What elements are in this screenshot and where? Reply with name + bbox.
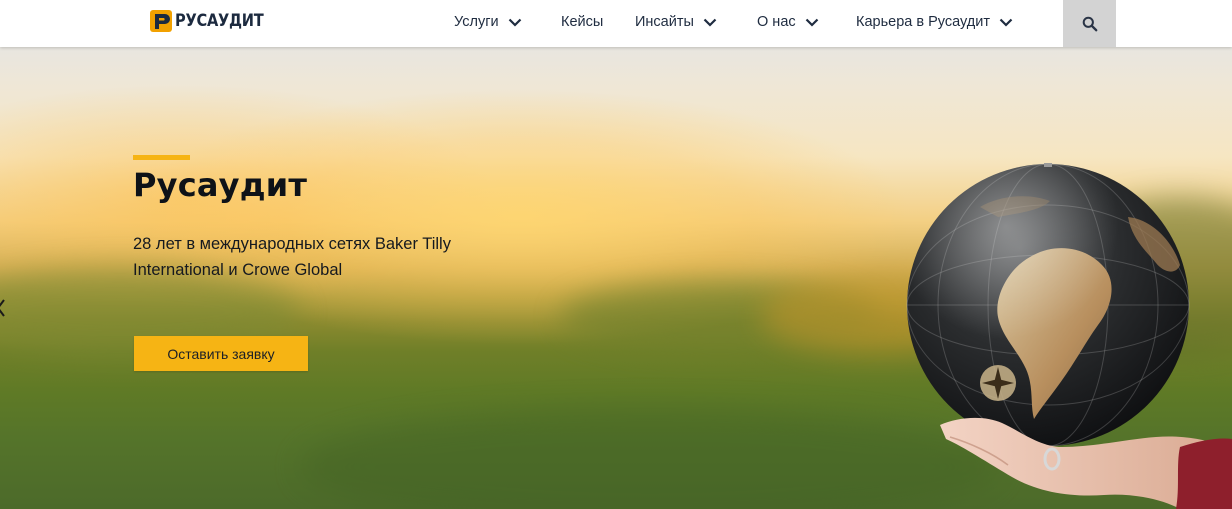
carousel-prev-icon[interactable] [0, 298, 6, 318]
search-button[interactable] [1063, 0, 1116, 47]
nav-item-careers[interactable]: Карьера в Русаудит [856, 0, 1013, 44]
chevron-down-icon [999, 18, 1013, 27]
site-header: РУСАУДИТ Услуги Кейсы Инсайты О нас Карь… [0, 0, 1232, 47]
brand-name: РУСАУДИТ [175, 11, 264, 31]
hero-title: Русаудит [133, 166, 308, 204]
nav-label-careers: Карьера в Русаудит [856, 14, 990, 30]
nav-item-services[interactable]: Услуги [454, 0, 522, 44]
title-accent-bar [133, 155, 190, 160]
search-icon [1082, 16, 1097, 31]
logo-mark-icon [150, 10, 172, 32]
chevron-down-icon [703, 18, 717, 27]
globe-in-hand-image [906, 163, 1232, 509]
hero-banner: Русаудит 28 лет в международных сетях Ba… [0, 47, 1232, 509]
brand-logo[interactable]: РУСАУДИТ [150, 8, 278, 34]
nav-label-about: О нас [757, 14, 796, 30]
chevron-down-icon [805, 18, 818, 27]
chevron-down-icon [508, 18, 521, 27]
nav-label-insights: Инсайты [635, 14, 694, 30]
nav-label-services: Услуги [454, 14, 499, 30]
nav-item-cases[interactable]: Кейсы [561, 0, 603, 44]
nav-item-about[interactable]: О нас [757, 0, 819, 44]
nav-item-insights[interactable]: Инсайты [635, 0, 717, 44]
request-button[interactable]: Оставить заявку [134, 336, 308, 371]
hero-subtitle: 28 лет в международных сетях Baker Tilly… [133, 235, 451, 279]
nav-label-cases: Кейсы [561, 14, 604, 30]
